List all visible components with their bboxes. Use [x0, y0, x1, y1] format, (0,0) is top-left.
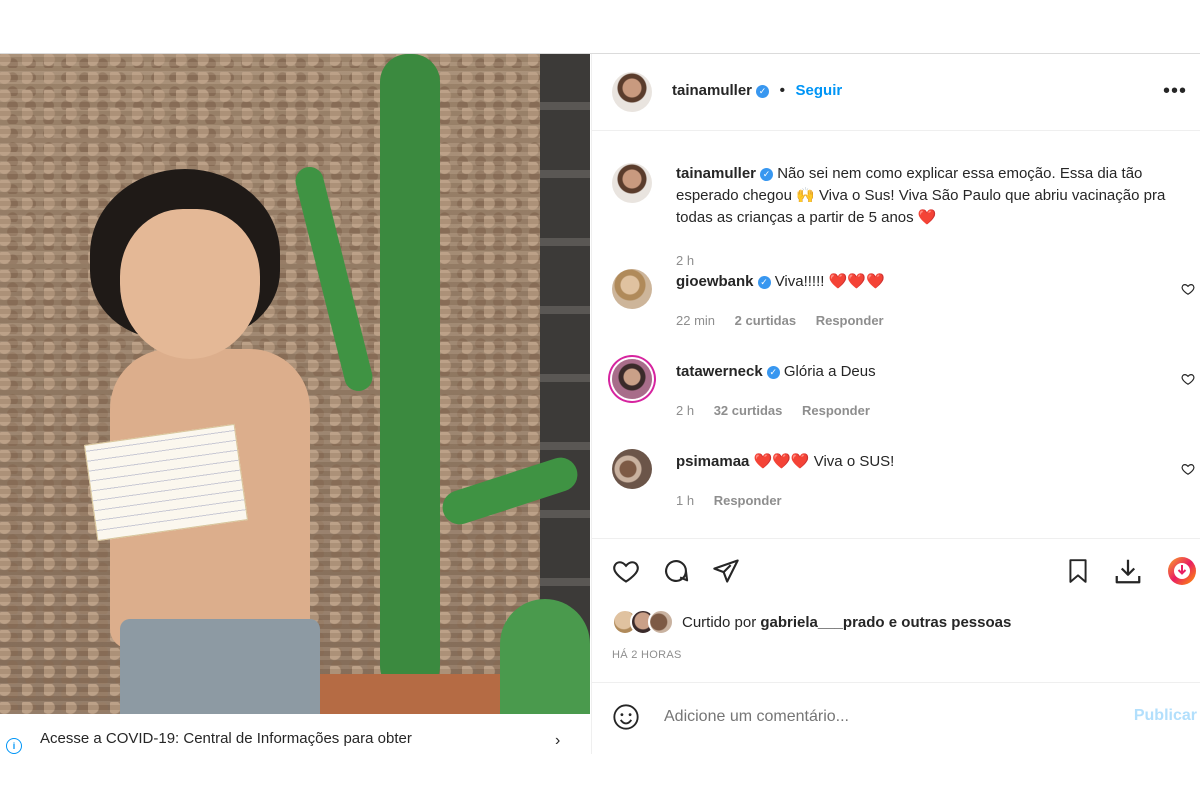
likes-user[interactable]: gabriela___prado [760, 614, 884, 631]
paper-plane-icon [713, 559, 739, 583]
heart-outline-icon[interactable] [1181, 282, 1195, 296]
heart-outline-icon [613, 561, 639, 583]
comment-likes[interactable]: 2 curtidas [735, 313, 796, 328]
covid-info-banner[interactable]: i Acesse a COVID-19: Central de Informaç… [0, 714, 590, 754]
comment-time[interactable]: 22 min [676, 313, 715, 328]
likes-suffix[interactable]: e outras pessoas [889, 614, 1012, 631]
bookmark-icon [1069, 559, 1087, 583]
instagram-post: i Acesse a COVID-19: Central de Informaç… [0, 53, 1200, 754]
chevron-right-icon: › [555, 732, 561, 749]
comment-button[interactable] [660, 555, 692, 587]
add-comment-bar: Publicar [592, 682, 1200, 755]
comment-text-block: gioewbank ✓ Viva!!!!! ❤️❤️❤️ [676, 271, 1186, 293]
caption-time[interactable]: 2 h [676, 253, 694, 268]
verified-icon: ✓ [766, 366, 780, 379]
plant-pot [315, 674, 505, 714]
comment-time[interactable]: 2 h [676, 403, 694, 418]
likes-prefix: Curtido por [682, 613, 757, 631]
reply-button[interactable]: Responder [816, 313, 884, 328]
comment-input[interactable] [662, 707, 1066, 727]
heart-outline-icon[interactable] [1181, 462, 1195, 476]
barrel-cactus [500, 599, 590, 714]
comment-time[interactable]: 1 h [676, 493, 694, 508]
comment-username[interactable]: tatawerneck [676, 363, 763, 380]
avatar[interactable] [612, 449, 652, 489]
reply-button[interactable]: Responder [802, 403, 870, 418]
publish-button[interactable]: Publicar [1134, 707, 1197, 725]
share-button[interactable] [710, 555, 742, 587]
comment-username[interactable]: psimamaa [676, 453, 749, 470]
avatar[interactable] [612, 269, 652, 309]
verified-icon: ✓ [757, 276, 771, 289]
more-horizontal-icon[interactable]: ••• [1163, 80, 1187, 103]
comment-bubble-icon [665, 560, 689, 582]
post-sidebar: tainamuller ✓ • Seguir ••• tainamuller ✓ N… [591, 54, 1200, 754]
comment-text: ❤️❤️❤️ Viva o SUS! [753, 453, 895, 470]
avatar[interactable] [612, 163, 652, 203]
post-header: tainamuller ✓ • Seguir ••• [592, 54, 1200, 131]
comment-username[interactable]: gioewbank [676, 273, 754, 290]
caption-text-block: tainamuller ✓ Não sei nem como explicar e… [676, 163, 1186, 229]
child-shorts [120, 619, 320, 714]
emoji-icon[interactable] [612, 703, 640, 731]
save-button[interactable] [1062, 555, 1094, 587]
extension-button[interactable] [1166, 555, 1198, 587]
avatar[interactable] [612, 72, 652, 112]
verified-icon: ✓ [756, 85, 770, 98]
comment-likes[interactable]: 32 curtidas [714, 403, 783, 418]
cactus-trunk [380, 54, 440, 694]
comment-text-block: psimamaa ❤️❤️❤️ Viva o SUS! [676, 451, 1186, 473]
post-photo[interactable] [0, 54, 590, 714]
likes-text: Curtido por gabriela___prado e outras pe… [682, 614, 1011, 631]
comments-list[interactable]: tainamuller ✓ Não sei nem como explicar e… [592, 131, 1200, 538]
header-username[interactable]: tainamuller [672, 82, 752, 99]
follow-button[interactable]: Seguir [796, 82, 843, 99]
heart-outline-icon[interactable] [1181, 372, 1195, 386]
caption-username[interactable]: tainamuller [676, 165, 756, 182]
separator-dot: • [779, 82, 786, 99]
download-button[interactable] [1112, 555, 1144, 587]
avatar [648, 609, 674, 635]
like-button[interactable] [610, 555, 642, 587]
likes-summary[interactable]: Curtido por gabriela___prado e outras pe… [612, 609, 1011, 635]
comment-meta: 22 min 2 curtidas Responder [676, 313, 900, 328]
comment-text: Glória a Deus [783, 363, 876, 380]
child-face [120, 209, 260, 359]
child-figure [70, 169, 330, 714]
covid-banner-text: Acesse a COVID-19: Central de Informaçõe… [40, 730, 412, 747]
verified-icon: ✓ [760, 168, 774, 181]
comment-text-block: tatawerneck ✓ Glória a Deus [676, 361, 1186, 383]
extension-icon [1168, 557, 1196, 585]
avatar-story-ring[interactable] [612, 359, 652, 399]
comment-meta: 2 h 32 curtidas Responder [676, 403, 886, 418]
info-icon: i [6, 738, 22, 754]
comment-meta: 1 h Responder [676, 493, 798, 508]
post-timestamp[interactable]: HÁ 2 HORAS [612, 649, 682, 661]
download-icon [1115, 559, 1141, 584]
reply-button[interactable]: Responder [714, 493, 782, 508]
comment-text: Viva!!!!! ❤️❤️❤️ [774, 273, 885, 290]
